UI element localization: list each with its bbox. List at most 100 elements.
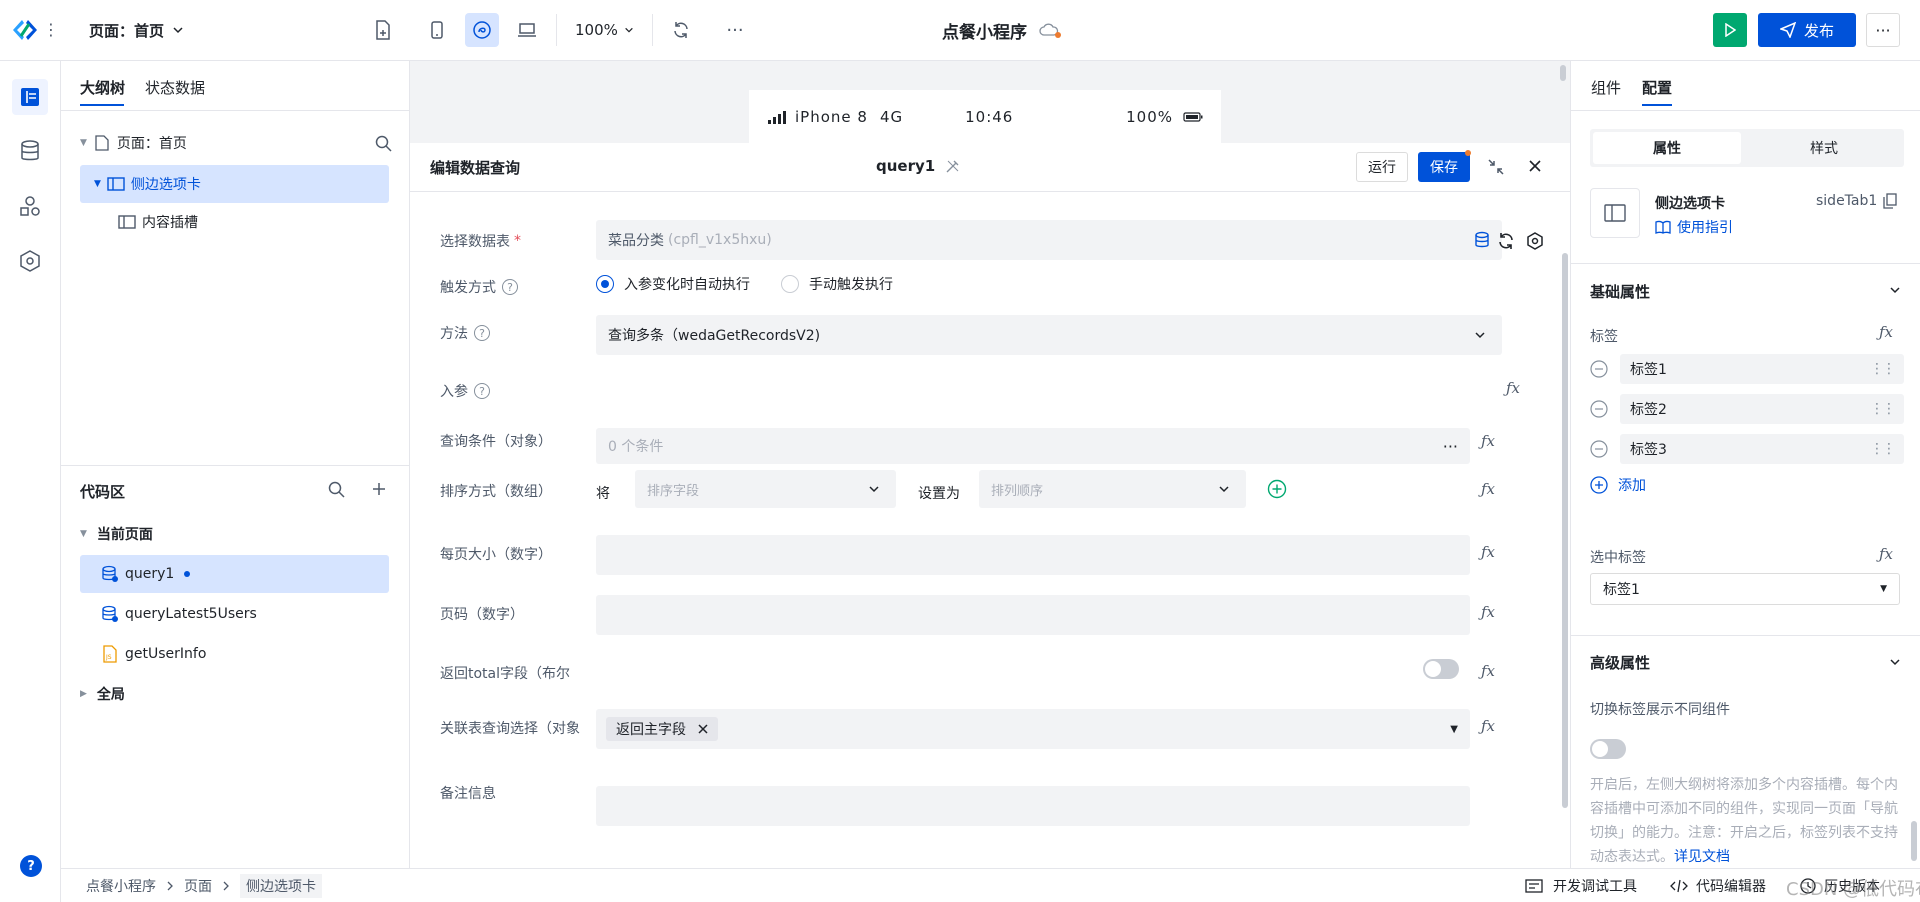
settings-gear-icon[interactable] bbox=[1526, 232, 1544, 250]
join-select[interactable]: 返回主字段 ▼ bbox=[596, 709, 1470, 749]
collapse-icon[interactable] bbox=[1487, 158, 1505, 176]
trigger-manual-radio[interactable]: 手动触发执行 bbox=[781, 274, 893, 294]
code-current-page[interactable]: ▼ 当前页面 bbox=[80, 515, 380, 553]
tree-item-content-slot[interactable]: 内容插槽 bbox=[118, 203, 388, 241]
code-item-query1[interactable]: query1 bbox=[80, 555, 389, 593]
run-button[interactable]: 运行 bbox=[1356, 152, 1408, 182]
help-circle-icon[interactable]: ? bbox=[502, 279, 518, 295]
code-editor-button[interactable]: 代码编辑器 bbox=[1670, 869, 1766, 902]
shapes-icon[interactable] bbox=[12, 188, 48, 224]
dev-tools-button[interactable]: 开发调试工具 bbox=[1525, 869, 1637, 902]
preview-run-button[interactable] bbox=[1713, 13, 1747, 47]
caret-down-icon[interactable]: ▼ bbox=[80, 138, 87, 148]
remove-circle-icon[interactable] bbox=[1590, 440, 1608, 458]
more-horizontal-icon[interactable]: ··· bbox=[718, 13, 752, 47]
add-page-icon[interactable] bbox=[366, 13, 400, 47]
caret-down-icon[interactable]: ▼ bbox=[80, 529, 87, 539]
outline-panel-icon[interactable] bbox=[12, 79, 48, 115]
add-icon[interactable] bbox=[371, 481, 387, 497]
app-logo-icon[interactable] bbox=[10, 16, 40, 44]
add-tag-button[interactable]: 添加 bbox=[1590, 475, 1646, 495]
sort-order-select[interactable]: 排列顺序 bbox=[979, 470, 1246, 508]
edit-pen-icon[interactable] bbox=[945, 158, 961, 174]
caret-down-icon[interactable]: ▼ bbox=[94, 179, 101, 189]
page-size-input[interactable] bbox=[596, 535, 1470, 575]
search-icon[interactable] bbox=[328, 481, 345, 498]
add-circle-icon[interactable] bbox=[1267, 479, 1287, 499]
fx-icon[interactable]: ƒx bbox=[1879, 323, 1893, 341]
save-button[interactable]: 保存 bbox=[1418, 152, 1470, 182]
return-total-toggle[interactable] bbox=[1423, 659, 1459, 679]
breadcrumb-item[interactable]: 侧边选项卡 bbox=[240, 873, 322, 898]
sort-field-select[interactable]: 排序字段 bbox=[635, 470, 896, 508]
help-circle-icon[interactable]: ? bbox=[474, 383, 490, 399]
tree-root-page[interactable]: ▼ 页面：首页 bbox=[80, 124, 392, 162]
more-horizontal-icon[interactable]: ··· bbox=[1443, 437, 1458, 456]
remove-circle-icon[interactable] bbox=[1590, 400, 1608, 418]
refresh-icon[interactable] bbox=[1497, 232, 1515, 250]
fx-icon[interactable]: ƒx bbox=[1481, 543, 1495, 561]
subtab-properties[interactable]: 属性 bbox=[1593, 132, 1741, 164]
breadcrumb-item[interactable]: 点餐小程序 bbox=[86, 876, 156, 896]
drag-handle-icon[interactable]: ⋮⋮ bbox=[1870, 441, 1896, 457]
tag-input[interactable]: 标签1 ⋮⋮ bbox=[1620, 354, 1904, 384]
caret-right-icon[interactable]: ▶ bbox=[80, 689, 87, 699]
radio-unchecked[interactable] bbox=[781, 275, 799, 293]
switch-toggle[interactable] bbox=[1590, 739, 1626, 759]
query-name[interactable]: query1 bbox=[876, 157, 961, 175]
search-icon[interactable] bbox=[375, 135, 392, 152]
code-item-getuserinfo[interactable]: JS getUserInfo bbox=[80, 635, 389, 673]
fx-icon[interactable]: ƒx bbox=[1481, 432, 1495, 450]
mobile-view-icon[interactable] bbox=[420, 13, 454, 47]
chevron-down-icon[interactable] bbox=[1889, 656, 1901, 668]
remove-circle-icon[interactable] bbox=[1590, 360, 1608, 378]
refresh-icon[interactable] bbox=[664, 13, 698, 47]
page-num-input[interactable] bbox=[596, 595, 1470, 635]
drag-handle-icon[interactable]: ⋮⋮ bbox=[1870, 401, 1896, 417]
more-vertical-icon[interactable]: ⋮ bbox=[43, 20, 59, 39]
radio-checked[interactable] bbox=[596, 275, 614, 293]
tag-input[interactable]: 标签2 ⋮⋮ bbox=[1620, 394, 1904, 424]
table-select[interactable]: 菜品分类 (cpfl_v1x5hxu) bbox=[596, 220, 1502, 260]
breadcrumb-item[interactable]: 页面 bbox=[184, 876, 212, 896]
fx-icon[interactable]: ƒx bbox=[1879, 545, 1893, 563]
help-icon[interactable]: ? bbox=[20, 855, 42, 877]
help-circle-icon[interactable]: ? bbox=[474, 325, 490, 341]
fx-icon[interactable]: ƒx bbox=[1481, 717, 1495, 735]
remark-input[interactable] bbox=[596, 786, 1470, 826]
close-icon[interactable] bbox=[1528, 159, 1542, 173]
fx-icon[interactable]: ƒx bbox=[1481, 603, 1495, 621]
publish-button[interactable]: 发布 bbox=[1758, 13, 1856, 47]
tag-input[interactable]: 标签3 ⋮⋮ bbox=[1620, 434, 1904, 464]
copy-icon[interactable] bbox=[1883, 193, 1897, 209]
query-cond-field[interactable]: 0 个条件 ··· bbox=[596, 428, 1470, 464]
miniprogram-view-icon[interactable] bbox=[465, 13, 499, 47]
code-item-querylatest5users[interactable]: queryLatest5Users bbox=[80, 595, 389, 633]
selected-tag-select[interactable]: 标签1 ▼ bbox=[1590, 573, 1900, 605]
chevron-down-icon[interactable] bbox=[1889, 284, 1901, 296]
method-select[interactable]: 查询多条（wedaGetRecordsV2) bbox=[596, 315, 1502, 355]
doc-link[interactable]: 详见文档 bbox=[1674, 849, 1730, 865]
fx-icon[interactable]: ƒx bbox=[1506, 379, 1520, 397]
fx-icon[interactable]: ƒx bbox=[1481, 480, 1495, 498]
code-global[interactable]: ▶ 全局 bbox=[80, 675, 380, 713]
drag-handle-icon[interactable]: ⋮⋮ bbox=[1870, 361, 1896, 377]
subtab-styles[interactable]: 样式 bbox=[1750, 132, 1898, 164]
tab-state-data[interactable]: 状态数据 bbox=[145, 77, 205, 98]
tree-item-side-tab[interactable]: ▼ 侧边选项卡 bbox=[80, 165, 389, 203]
tab-config[interactable]: 配置 bbox=[1642, 77, 1672, 98]
database-icon[interactable] bbox=[12, 133, 48, 169]
close-icon[interactable] bbox=[698, 724, 708, 734]
settings-hexagon-icon[interactable] bbox=[12, 243, 48, 279]
guide-link[interactable]: 使用指引 bbox=[1655, 217, 1733, 237]
desktop-view-icon[interactable] bbox=[510, 13, 544, 47]
trigger-auto-radio[interactable]: 入参变化时自动执行 bbox=[596, 274, 750, 294]
tab-components[interactable]: 组件 bbox=[1591, 77, 1621, 98]
fx-icon[interactable]: ƒx bbox=[1481, 662, 1495, 680]
right-panel-scrollbar[interactable] bbox=[1911, 821, 1917, 861]
zoom-selector[interactable]: 100% bbox=[575, 18, 634, 42]
database-icon[interactable] bbox=[1474, 231, 1490, 249]
tab-outline-tree[interactable]: 大纲树 bbox=[80, 77, 125, 98]
page-selector[interactable]: 页面：首页 bbox=[89, 18, 184, 42]
canvas-scrollbar[interactable] bbox=[1560, 65, 1566, 81]
